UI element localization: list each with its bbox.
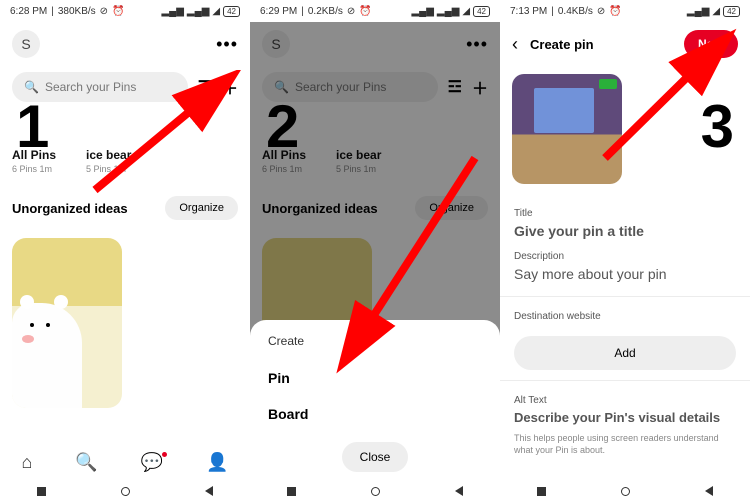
wifi-icon: ◢ xyxy=(712,6,720,17)
add-button[interactable]: ＋ xyxy=(222,75,238,99)
step-number-1: 1 xyxy=(16,92,49,161)
android-nav xyxy=(250,482,500,500)
pin-thumbnail[interactable] xyxy=(12,238,122,408)
status-bar: 7:13 PM | 0.4KB/s ⊘ ⏰ ▂▄▆ ◢ 42 xyxy=(500,0,750,22)
recents-button[interactable] xyxy=(37,487,46,496)
more-options-button[interactable]: ••• xyxy=(216,34,238,55)
home-button[interactable] xyxy=(121,487,130,496)
create-sheet: Create Pin Board Close xyxy=(250,320,500,482)
battery-text: 42 xyxy=(473,6,490,17)
status-net: 0.2KB/s xyxy=(308,6,343,17)
alt-text-label: Alt Text xyxy=(514,395,736,406)
phone-screen-2: 6:29 PM | 0.2KB/s ⊘ ⏰ ▂▄▆ ▂▄▆ ◢ 42 S ••• xyxy=(250,0,500,500)
description-label: Description xyxy=(514,251,736,262)
android-nav xyxy=(500,482,750,500)
filter-icon[interactable]: ☲ xyxy=(198,77,212,97)
close-button[interactable]: Close xyxy=(342,442,409,472)
alt-text-helper: This helps people using screen readers u… xyxy=(500,433,750,456)
no-sim-icon: ⊘ xyxy=(100,6,108,17)
signal-icon: ▂▄▆ xyxy=(161,6,183,17)
alarm-icon: ⏰ xyxy=(112,6,124,17)
step-number-2: 2 xyxy=(266,92,299,161)
signal-icon: ▂▄▆ xyxy=(411,6,433,17)
create-pin-title: Create pin xyxy=(518,37,684,52)
organize-button[interactable]: Organize xyxy=(165,196,238,220)
wifi-icon: ◢ xyxy=(462,6,470,17)
alarm-icon: ⏰ xyxy=(609,6,621,17)
status-net: 380KB/s xyxy=(58,6,96,17)
wifi-icon: ◢ xyxy=(212,6,220,17)
alarm-icon: ⏰ xyxy=(359,6,371,17)
no-sim-icon: ⊘ xyxy=(347,6,355,17)
status-net: 0.4KB/s xyxy=(558,6,593,17)
recents-button[interactable] xyxy=(537,487,546,496)
title-input[interactable]: Give your pin a title xyxy=(514,223,736,239)
signal-icon-2: ▂▄▆ xyxy=(437,6,459,17)
alt-text-input[interactable]: Describe your Pin's visual details xyxy=(514,410,736,425)
recorder-badge-icon xyxy=(599,79,617,89)
back-button[interactable] xyxy=(205,486,213,496)
chat-icon[interactable]: 💬 xyxy=(141,452,163,473)
back-button[interactable] xyxy=(455,486,463,496)
no-sim-icon: ⊘ xyxy=(597,6,605,17)
next-button[interactable]: Next xyxy=(684,30,738,58)
battery-text: 42 xyxy=(723,6,740,17)
phone-screen-3: 7:13 PM | 0.4KB/s ⊘ ⏰ ▂▄▆ ◢ 42 ‹ Create … xyxy=(500,0,750,500)
media-preview[interactable] xyxy=(512,74,622,184)
status-bar: 6:29 PM | 0.2KB/s ⊘ ⏰ ▂▄▆ ▂▄▆ ◢ 42 xyxy=(250,0,500,22)
profile-avatar[interactable]: S xyxy=(12,30,40,58)
sheet-heading: Create xyxy=(268,334,482,348)
create-pin-option[interactable]: Pin xyxy=(268,360,482,396)
back-button[interactable] xyxy=(705,486,713,496)
phone-screen-1: 6:28 PM | 380KB/s ⊘ ⏰ ▂▄▆ ▂▄▆ ◢ 42 S •••… xyxy=(0,0,250,500)
signal-icon-2: ▂▄▆ xyxy=(187,6,209,17)
status-time: 7:13 PM xyxy=(510,6,547,17)
destination-label: Destination website xyxy=(514,311,736,322)
status-bar: 6:28 PM | 380KB/s ⊘ ⏰ ▂▄▆ ▂▄▆ ◢ 42 xyxy=(0,0,250,22)
recents-button[interactable] xyxy=(287,487,296,496)
home-button[interactable] xyxy=(621,487,630,496)
bottom-nav: ⌂ 🔍 💬 👤 xyxy=(0,442,250,482)
add-website-button[interactable]: Add xyxy=(514,336,736,370)
status-time: 6:28 PM xyxy=(10,6,47,17)
search-nav-icon[interactable]: 🔍 xyxy=(75,452,97,473)
create-board-option[interactable]: Board xyxy=(268,396,482,432)
description-input[interactable]: Say more about your pin xyxy=(514,266,736,282)
battery-text: 42 xyxy=(223,6,240,17)
step-number-3: 3 xyxy=(701,92,734,161)
home-button[interactable] xyxy=(371,487,380,496)
android-nav xyxy=(0,482,250,500)
home-icon[interactable]: ⌂ xyxy=(21,452,32,473)
unorganized-label: Unorganized ideas xyxy=(12,201,128,216)
title-label: Title xyxy=(514,208,736,219)
board-ice-bear[interactable]: ice bear 5 Pins 1m xyxy=(86,148,131,174)
profile-nav-icon[interactable]: 👤 xyxy=(206,452,228,473)
signal-icon: ▂▄▆ xyxy=(687,6,709,17)
search-placeholder: Search your Pins xyxy=(45,80,136,94)
status-time: 6:29 PM xyxy=(260,6,297,17)
